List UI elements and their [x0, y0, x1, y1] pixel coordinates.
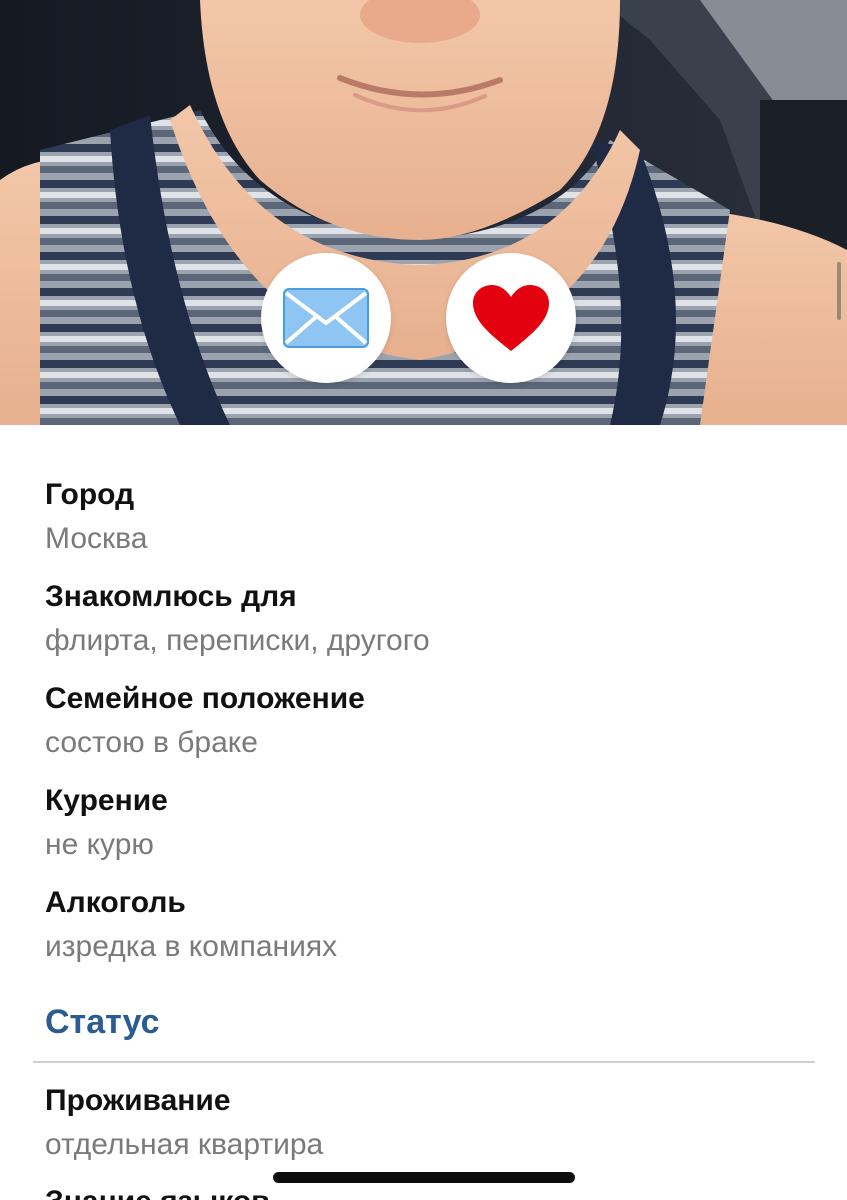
field-marital-status: Семейное положение состою в браке	[45, 679, 815, 763]
field-alcohol: Алкоголь изредка в компаниях	[45, 883, 815, 967]
heart-icon	[473, 285, 549, 351]
field-city: Город Москва	[45, 475, 815, 559]
profile-screen: Город Москва Знакомлюсь для флирта, пере…	[0, 0, 847, 1200]
field-residence: Проживание отдельная квартира	[45, 1081, 815, 1165]
field-label: Алкоголь	[45, 886, 186, 919]
field-smoking: Курение не курю	[45, 781, 815, 865]
field-value: состою в браке	[45, 726, 258, 759]
scroll-indicator	[837, 262, 841, 320]
field-value: не курю	[45, 828, 154, 861]
field-label: Семейное положение	[45, 682, 365, 715]
section-divider	[33, 1061, 815, 1063]
like-button[interactable]	[446, 253, 576, 383]
field-label: Знание языков	[45, 1182, 815, 1200]
field-value: Москва	[45, 522, 148, 555]
field-label: Курение	[45, 784, 168, 817]
envelope-icon	[283, 288, 369, 348]
profile-photo[interactable]	[0, 0, 847, 425]
field-value: изредка в компаниях	[45, 930, 338, 963]
field-purpose: Знакомлюсь для флирта, переписки, другог…	[45, 577, 815, 661]
field-languages: Знание языков	[45, 1182, 815, 1200]
message-button[interactable]	[261, 253, 391, 383]
field-value: отдельная квартира	[45, 1128, 324, 1161]
section-title-status: Статус	[45, 1003, 160, 1041]
field-value: флирта, переписки, другого	[45, 624, 430, 657]
field-label: Проживание	[45, 1084, 231, 1117]
profile-photo-illustration	[0, 0, 847, 425]
home-indicator[interactable]	[273, 1172, 575, 1183]
field-label: Знакомлюсь для	[45, 580, 297, 613]
field-label: Город	[45, 478, 135, 511]
